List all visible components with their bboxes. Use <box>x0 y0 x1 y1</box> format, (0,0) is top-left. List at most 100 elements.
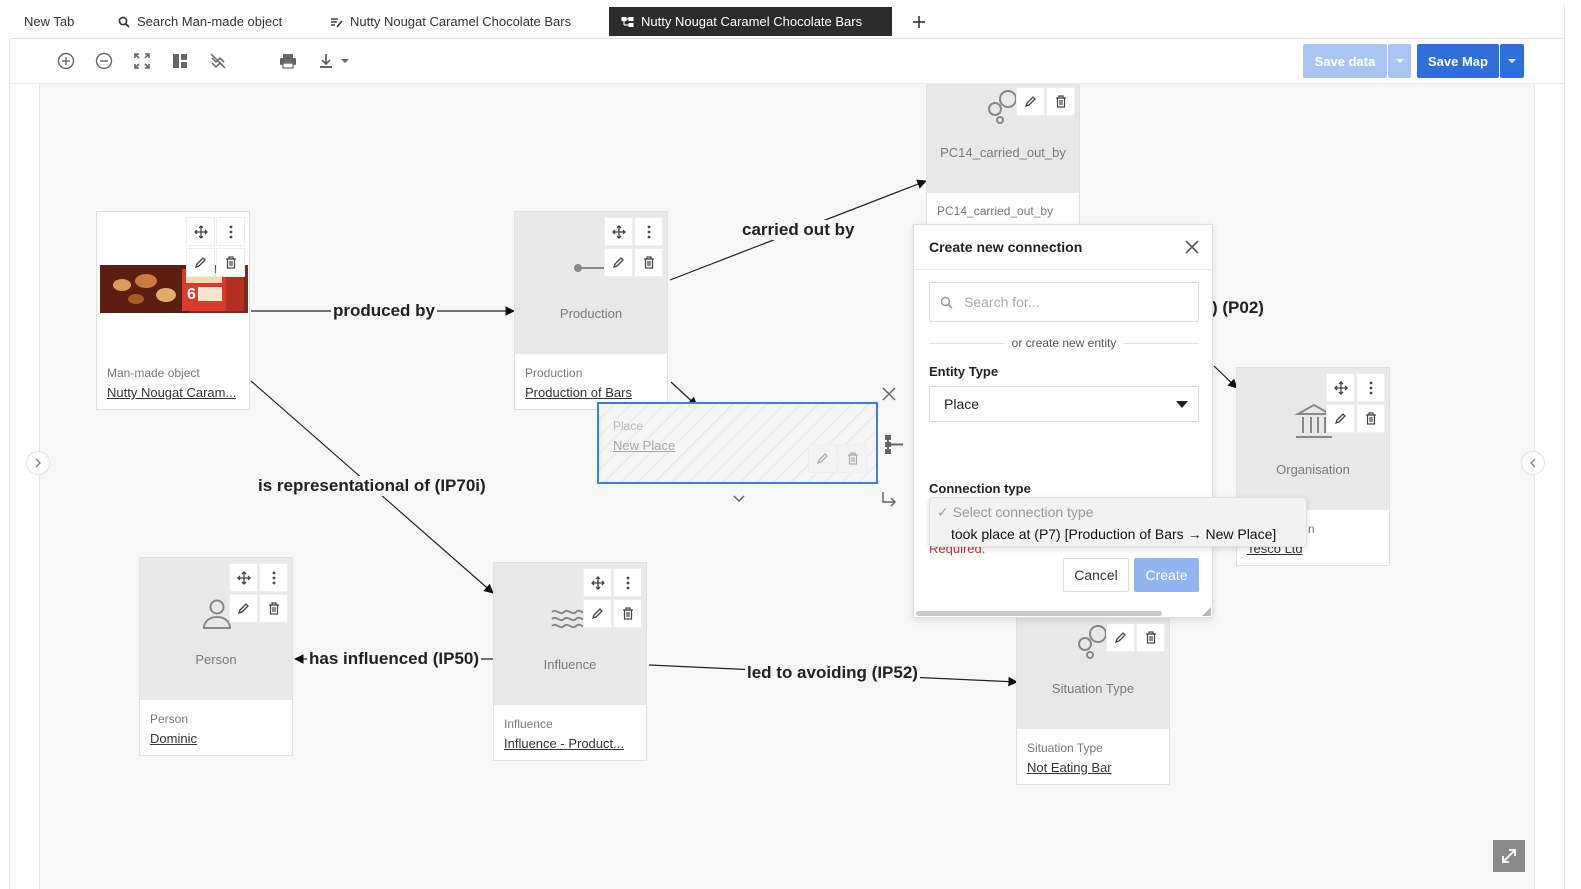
edit-button[interactable] <box>604 248 633 277</box>
resize-handle-icon[interactable] <box>1202 607 1211 616</box>
edge-label-p02-partial[interactable]: ) (P02) <box>1210 298 1266 318</box>
trash-icon <box>225 256 236 269</box>
node-person[interactable]: Person Person Dominic <box>139 557 293 756</box>
close-dialog-icon[interactable] <box>1184 239 1200 255</box>
node-title-link[interactable]: New Place <box>613 438 675 453</box>
move-button[interactable] <box>186 217 215 246</box>
pencil-icon <box>1024 96 1036 108</box>
trash-icon <box>622 607 633 620</box>
delete-button[interactable] <box>1046 87 1075 116</box>
caret-down-icon <box>1176 401 1188 408</box>
edge-label-led-to-avoiding[interactable]: led to avoiding (IP52) <box>745 663 920 683</box>
more-options-button[interactable] <box>259 563 288 592</box>
fullscreen-button[interactable] <box>1493 840 1525 872</box>
dropdown-option-placeholder[interactable]: ✓ Select connection type <box>937 504 1094 521</box>
close-place-icon[interactable] <box>881 386 897 402</box>
node-caption: Production <box>525 366 583 380</box>
connection-type-dropdown[interactable]: ✓ Select connection type took place at (… <box>929 497 1307 547</box>
node-influence[interactable]: Influence Influence Influence - Product.… <box>493 562 647 761</box>
node-pc14-carried-out-by[interactable]: PC14_carried_out_by PC14_carried_out_by <box>926 84 1080 226</box>
situation-circles-icon <box>1078 625 1107 659</box>
connect-arrow-icon[interactable] <box>880 490 898 508</box>
move-button[interactable] <box>1326 373 1355 402</box>
expand-right-panel-button[interactable] <box>1521 451 1545 475</box>
node-man-made-object[interactable]: 6 Man-made object Nutty Nougat Caram... <box>96 211 250 410</box>
edit-button[interactable] <box>186 248 215 277</box>
edit-button[interactable] <box>229 594 258 623</box>
node-caption: Influence <box>504 717 553 731</box>
trash-icon <box>1055 95 1066 108</box>
or-create-text: or create new entity <box>1011 336 1117 350</box>
delete-button[interactable] <box>613 599 642 628</box>
create-connection-dialog: Create new connection or create new enti… <box>913 224 1213 618</box>
delete-button[interactable] <box>259 594 288 623</box>
edge-label-produced-by[interactable]: produced by <box>331 301 438 321</box>
delete-button[interactable] <box>1356 404 1385 433</box>
pencil-icon <box>591 608 603 620</box>
cancel-button[interactable]: Cancel <box>1063 558 1129 592</box>
pencil-icon <box>237 603 249 615</box>
node-type-label: Organisation <box>1276 462 1350 477</box>
node-title-link[interactable]: Production of Bars <box>525 385 632 400</box>
edit-button[interactable] <box>808 444 837 473</box>
edit-button[interactable] <box>1326 404 1355 433</box>
node-type-label: Production <box>559 306 623 321</box>
entity-type-select[interactable]: Place <box>929 386 1199 422</box>
edit-button[interactable] <box>1016 87 1045 116</box>
delete-button[interactable] <box>838 444 867 473</box>
node-type-label: Person <box>195 652 237 667</box>
delete-button[interactable] <box>1136 623 1165 652</box>
move-icon <box>611 224 626 239</box>
move-icon <box>1333 380 1348 395</box>
move-button[interactable] <box>229 563 258 592</box>
dropdown-option-took-place-at[interactable]: took place at (P7) [Production of Bars →… <box>951 526 1276 542</box>
new-place-node[interactable]: Place New Place <box>597 402 878 484</box>
kebab-icon <box>229 225 232 238</box>
divider-line <box>1124 342 1199 344</box>
more-options-button[interactable] <box>613 568 642 597</box>
delete-button[interactable] <box>216 248 245 277</box>
entity-type-label: Entity Type <box>929 364 999 379</box>
edge-label-has-influenced[interactable]: has influenced (IP50) <box>307 649 482 669</box>
or-create-divider: or create new entity <box>929 334 1199 352</box>
pencil-icon <box>1334 413 1346 425</box>
node-title-link[interactable]: Nutty Nougat Caram... <box>107 385 236 400</box>
move-button[interactable] <box>604 217 633 246</box>
node-caption: Person <box>150 712 189 726</box>
chevron-down-icon[interactable] <box>732 492 746 504</box>
more-options-button[interactable] <box>216 217 245 246</box>
edge-label-carried-out-by[interactable]: carried out by <box>740 220 857 240</box>
pencil-icon <box>816 453 828 465</box>
expand-left-panel-button[interactable] <box>26 451 50 475</box>
edit-button[interactable] <box>1106 623 1135 652</box>
edge-to-organisation[interactable] <box>1213 365 1238 389</box>
more-options-button[interactable] <box>634 217 663 246</box>
more-options-button[interactable] <box>1356 373 1385 402</box>
node-type-label: Situation Type <box>1051 681 1135 696</box>
node-title-link[interactable]: Dominic <box>150 731 197 746</box>
move-button[interactable] <box>583 568 612 597</box>
entity-search-input[interactable] <box>962 293 1182 311</box>
svg-text:6: 6 <box>187 286 196 303</box>
node-caption: PC14_carried_out_by <box>937 204 1054 218</box>
trash-icon <box>268 602 279 615</box>
trash-icon <box>643 256 654 269</box>
edge-label-is-representational-of[interactable]: is representational of (IP70i) <box>256 476 488 496</box>
move-icon <box>590 575 605 590</box>
pencil-icon <box>612 257 624 269</box>
node-title-link[interactable]: Not Eating Bar <box>1027 760 1112 775</box>
delete-button[interactable] <box>634 248 663 277</box>
hierarchy-icon[interactable] <box>884 434 904 456</box>
trash-icon <box>1365 412 1376 425</box>
kebab-icon <box>1369 381 1372 394</box>
node-title-link[interactable]: Influence - Product... <box>504 736 624 751</box>
node-production[interactable]: Production Production Production of Bars <box>514 211 668 410</box>
expand-icon <box>1502 849 1516 863</box>
horizontal-scrollbar[interactable] <box>916 611 1162 616</box>
move-icon <box>236 570 251 585</box>
entity-search-box[interactable] <box>929 282 1199 322</box>
edit-button[interactable] <box>583 599 612 628</box>
node-caption-partial: n <box>1308 522 1315 536</box>
waves-icon <box>551 609 585 629</box>
create-button[interactable]: Create <box>1134 558 1199 592</box>
